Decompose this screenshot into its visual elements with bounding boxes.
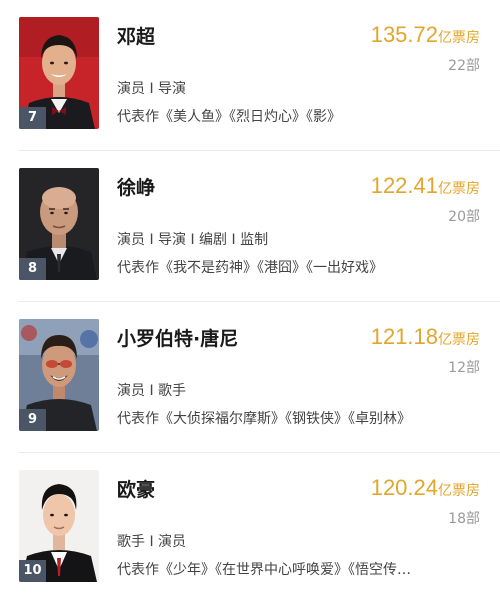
actor-roles: 演员 I 歌手 [117,383,187,399]
actor-box-office-list: 7 邓超 135.72亿票房 22部 演员 I 导演 代表作《美人鱼》《烈日灼心… [0,0,500,597]
actor-name[interactable]: 徐峥 [117,173,155,200]
actor-roles: 歌手 I 演员 [117,534,187,550]
film-count: 18部 [448,511,480,527]
box-office-unit: 亿票房 [438,332,480,348]
rank-badge: 9 [19,409,46,431]
box-office-total: 122.41亿票房 [371,173,480,199]
film-count: 22部 [448,58,480,74]
rank-badge: 8 [19,258,46,280]
box-office-total: 135.72亿票房 [371,22,480,48]
rank-badge: 10 [19,560,46,582]
box-office-unit: 亿票房 [438,483,480,499]
actor-roles: 演员 I 导演 [117,81,187,97]
actor-name[interactable]: 欧豪 [117,475,155,502]
actor-name[interactable]: 小罗伯特·唐尼 [117,324,238,351]
box-office-total: 121.18亿票房 [371,324,480,350]
box-office-value: 135.72 [370,22,438,47]
actor-photo[interactable]: 7 [19,17,99,129]
actor-photo[interactable]: 10 [19,470,99,582]
film-count: 12部 [448,360,480,376]
box-office-value: 121.18 [370,324,438,349]
representative-works: 代表作《我不是药神》《港囧》《一出好戏》 [117,260,383,276]
representative-works: 代表作《美人鱼》《烈日灼心》《影》 [117,109,341,125]
box-office-value: 122.41 [370,173,438,198]
actor-photo[interactable]: 9 [19,319,99,431]
box-office-unit: 亿票房 [438,181,480,197]
box-office-total: 120.24亿票房 [371,475,480,501]
representative-works: 代表作《大侦探福尔摩斯》《钢铁侠》《卓别林》 [117,411,411,427]
box-office-value: 120.24 [370,475,438,500]
actor-card[interactable]: 10 欧豪 120.24亿票房 18部 歌手 I 演员 代表作《少年》《在世界中… [0,453,500,604]
film-count: 20部 [448,209,480,225]
actor-roles: 演员 I 导演 I 编剧 I 监制 [117,232,269,248]
actor-card[interactable]: 9 小罗伯特·唐尼 121.18亿票房 12部 演员 I 歌手 代表作《大侦探福… [0,302,500,453]
rank-badge: 7 [19,107,46,129]
box-office-unit: 亿票房 [438,30,480,46]
actor-name[interactable]: 邓超 [117,22,155,49]
representative-works: 代表作《少年》《在世界中心呼唤爱》《悟空传… [117,562,411,578]
actor-card[interactable]: 8 徐峥 122.41亿票房 20部 演员 I 导演 I 编剧 I 监制 代表作… [0,151,500,302]
actor-card[interactable]: 7 邓超 135.72亿票房 22部 演员 I 导演 代表作《美人鱼》《烈日灼心… [0,0,500,151]
actor-photo[interactable]: 8 [19,168,99,280]
